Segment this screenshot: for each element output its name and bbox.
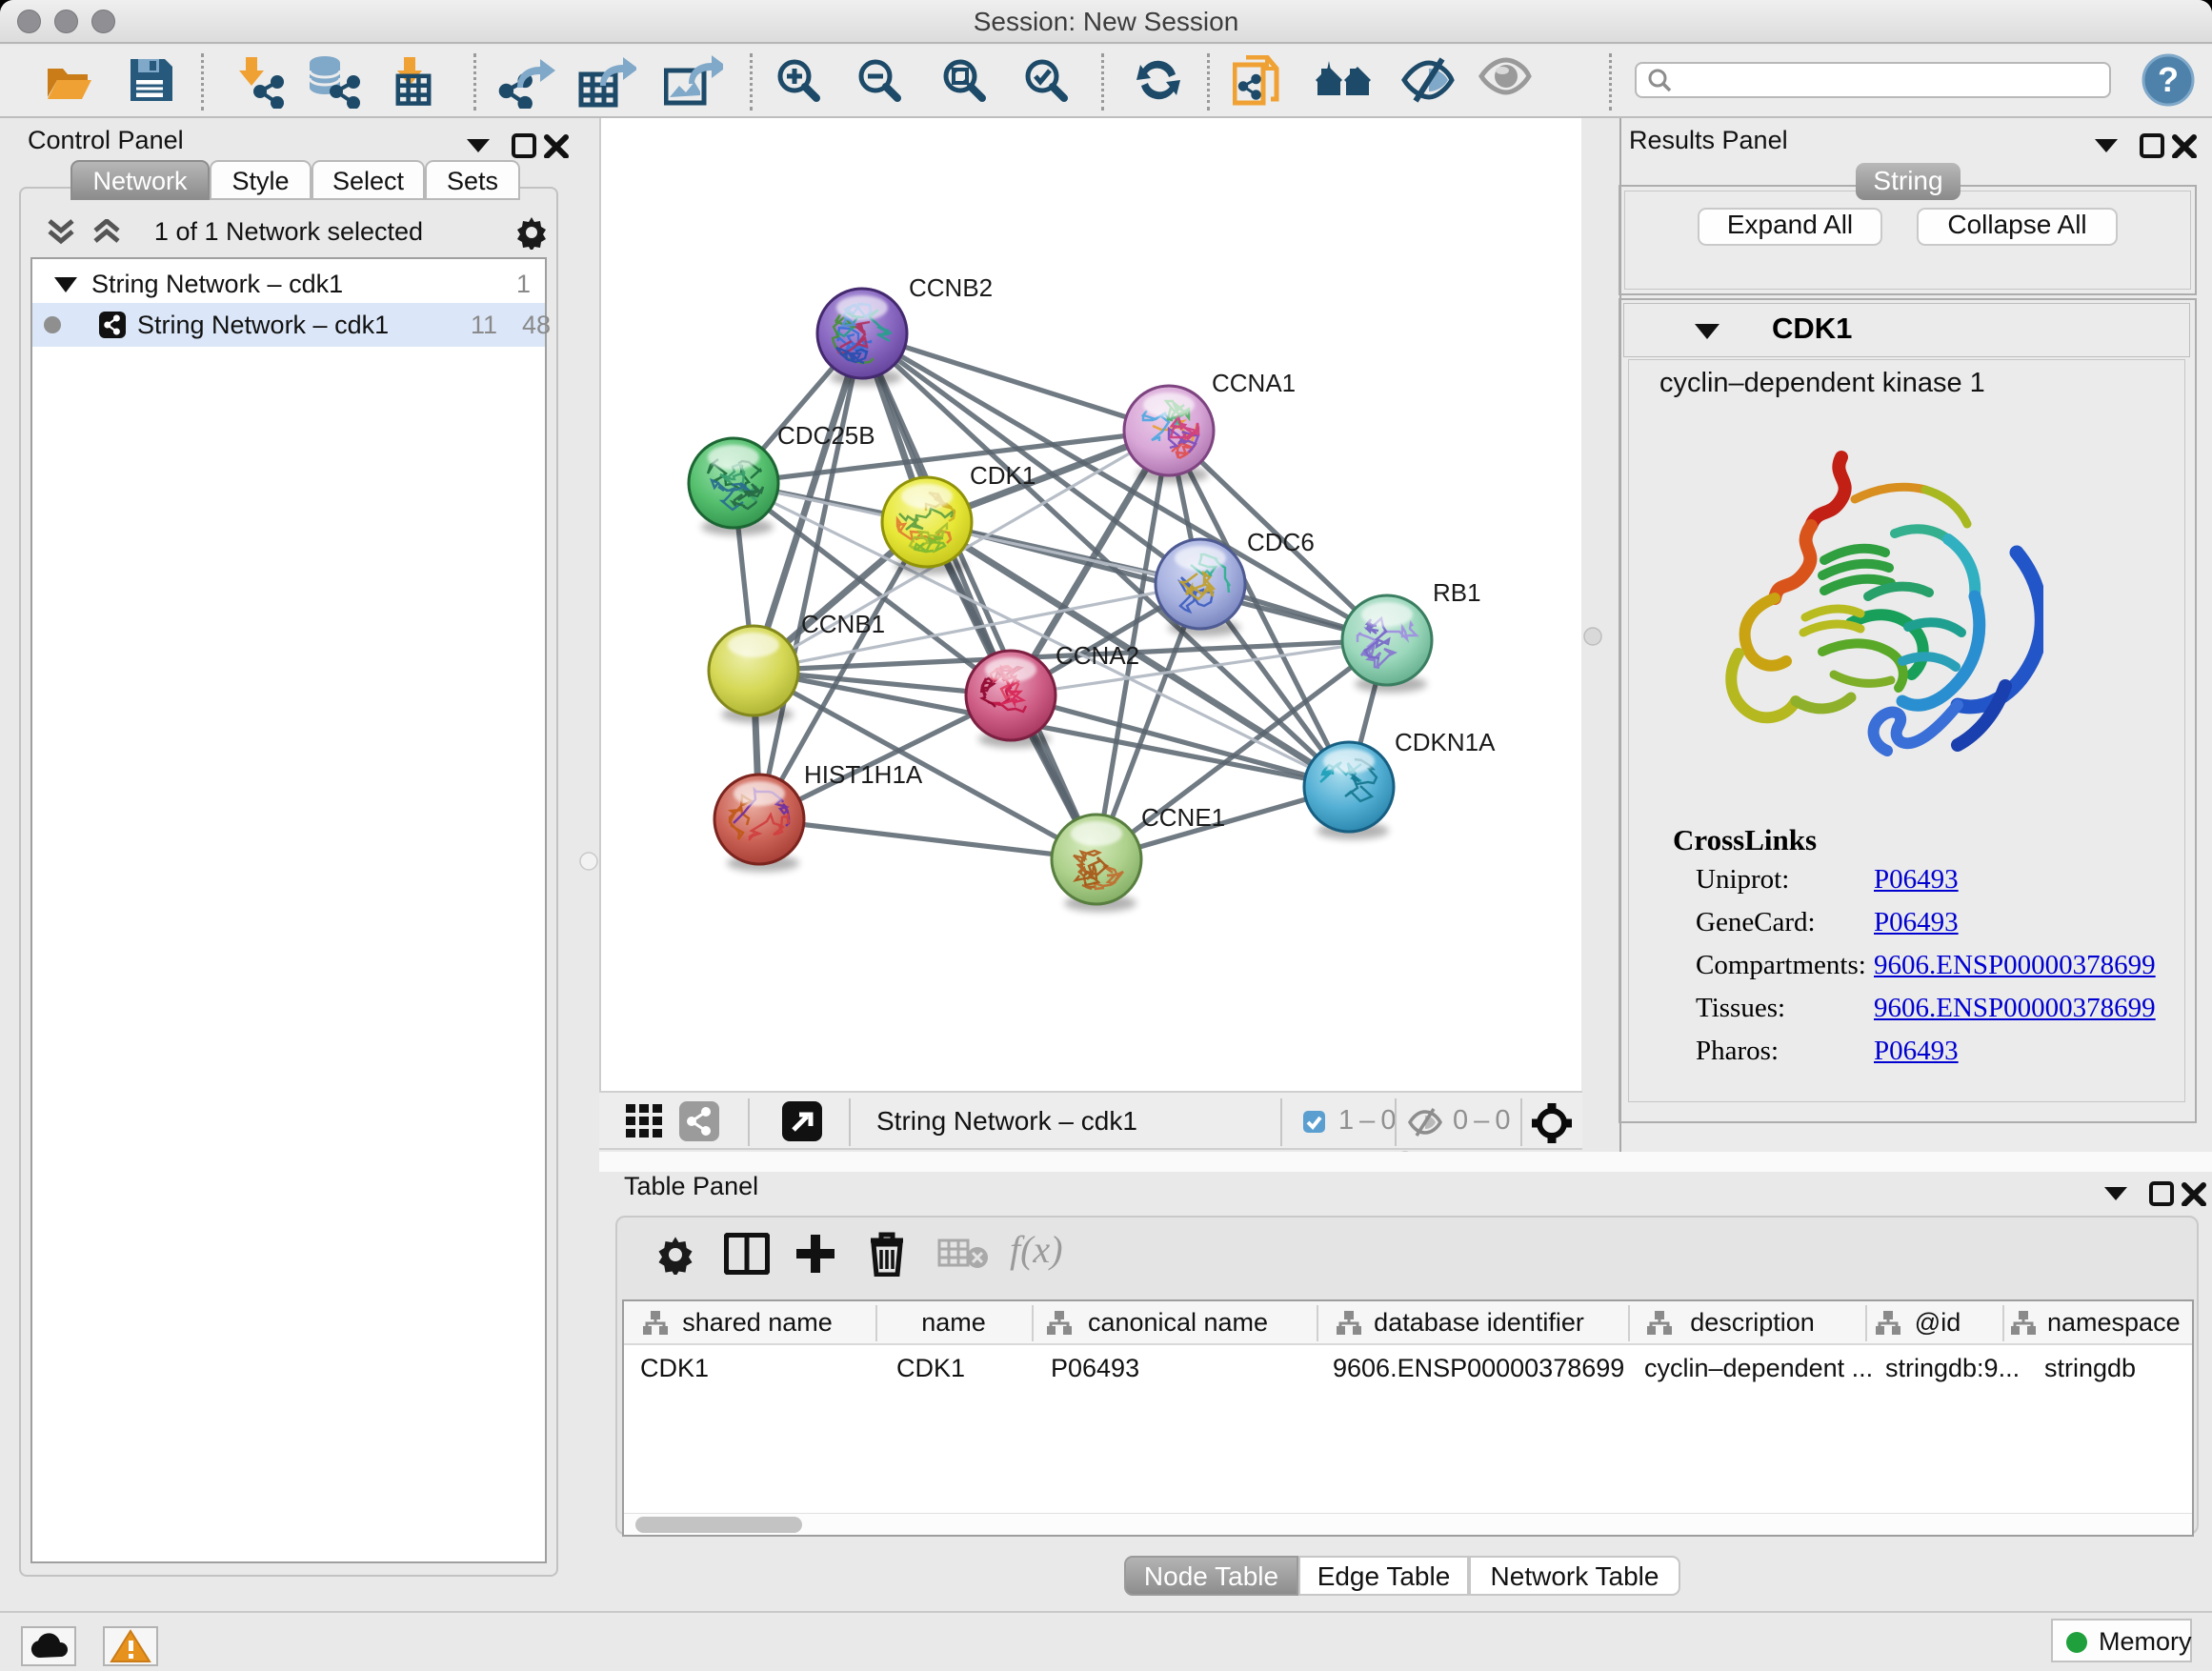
svg-text:CDC6: CDC6: [1247, 528, 1315, 556]
svg-text:RB1: RB1: [1433, 578, 1481, 607]
svg-text:CCNA1: CCNA1: [1212, 369, 1296, 397]
svg-text:?: ?: [2158, 60, 2179, 99]
svg-text:CDKN1A: CDKN1A: [1395, 728, 1496, 756]
svg-text:CDK1: CDK1: [970, 461, 1036, 490]
svg-text:CCNE1: CCNE1: [1141, 803, 1225, 832]
svg-text:CCNB2: CCNB2: [909, 273, 993, 302]
svg-text:HIST1H1A: HIST1H1A: [804, 760, 923, 789]
svg-text:CDC25B: CDC25B: [777, 421, 875, 450]
svg-text:CCNB1: CCNB1: [801, 610, 885, 638]
svg-text:CCNA2: CCNA2: [1056, 641, 1139, 670]
